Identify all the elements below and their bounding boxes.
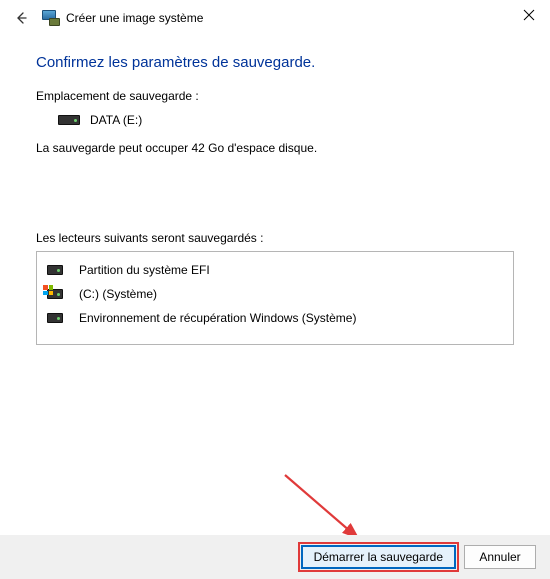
drive-label: (C:) (Système) [79, 287, 157, 301]
footer-bar: Démarrer la sauvegarde Annuler [0, 535, 550, 579]
drive-label: Environnement de récupération Windows (S… [79, 311, 356, 325]
hard-drive-icon [47, 265, 63, 275]
windows-logo-icon [43, 285, 53, 295]
list-item: Environnement de récupération Windows (S… [45, 306, 505, 330]
content-area: Confirmez les paramètres de sauvegarde. … [0, 36, 550, 345]
list-item: (C:) (Système) [45, 282, 505, 306]
system-image-icon [42, 10, 60, 26]
destination-drive-row: DATA (E:) [58, 113, 514, 127]
cancel-button[interactable]: Annuler [464, 545, 536, 569]
title-bar: Créer une image système [0, 0, 550, 36]
hard-drive-icon [47, 289, 63, 299]
drive-label: Partition du système EFI [79, 263, 210, 277]
list-item: Partition du système EFI [45, 258, 505, 282]
window-title: Créer une image système [66, 11, 203, 25]
page-heading: Confirmez les paramètres de sauvegarde. [36, 54, 514, 71]
hard-drive-icon [47, 313, 63, 323]
backup-location-label: Emplacement de sauvegarde : [36, 89, 514, 103]
drives-list: Partition du système EFI (C:) (Système) … [36, 251, 514, 345]
start-backup-button[interactable]: Démarrer la sauvegarde [301, 545, 456, 569]
drives-list-label: Les lecteurs suivants seront sauvegardés… [36, 231, 514, 245]
close-icon[interactable] [522, 8, 536, 22]
destination-drive-name: DATA (E:) [90, 113, 142, 127]
back-arrow-icon[interactable] [12, 9, 30, 27]
backup-size-info: La sauvegarde peut occuper 42 Go d'espac… [36, 141, 514, 155]
hard-drive-icon [58, 115, 80, 125]
